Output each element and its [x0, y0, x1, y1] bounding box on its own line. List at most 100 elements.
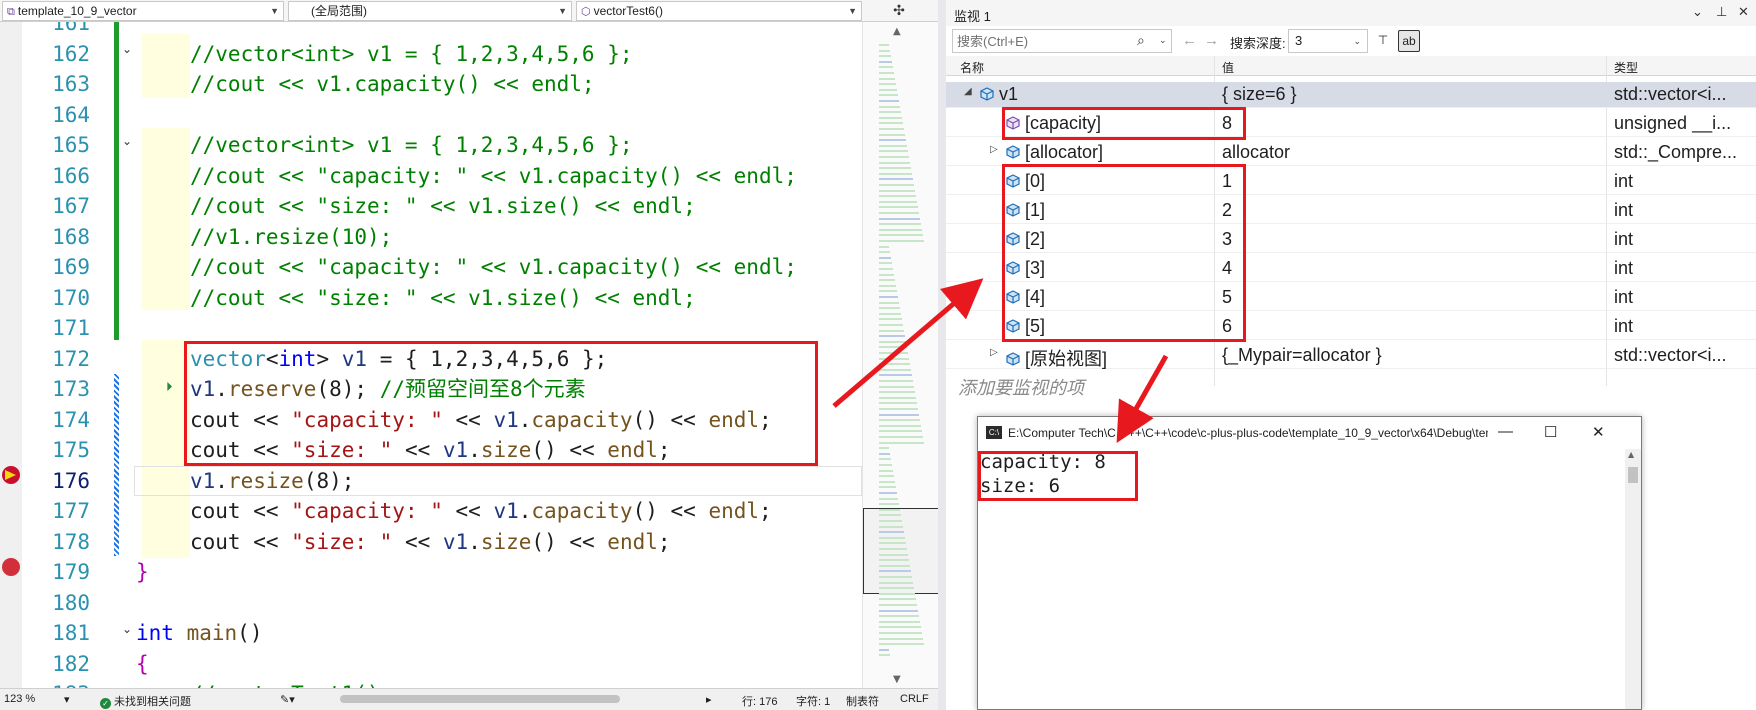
minimap-line — [879, 570, 911, 573]
minimap-line — [879, 380, 913, 382]
member-dropdown[interactable]: ⬡ vectorTest6() ▼ — [576, 1, 862, 21]
minimap-line — [879, 307, 900, 310]
maximize-icon[interactable]: ☐ — [1544, 423, 1557, 441]
annotation-box-elements — [1002, 164, 1246, 342]
expand-triangle-icon[interactable]: ▷ — [990, 144, 998, 155]
watch-toolbar: ⌕ ⌄ ← → 搜索深度: 3 ⌄ ⊤ ab — [946, 26, 1756, 56]
scroll-up-icon[interactable]: ▲ — [1628, 450, 1634, 459]
minimap-line — [879, 402, 917, 405]
minimap-line — [879, 374, 912, 377]
brush-icon[interactable]: ✎▾ — [280, 693, 295, 706]
issues-indicator[interactable]: ✓ 未找到相关问题 — [100, 693, 191, 709]
pane-splitter[interactable] — [938, 0, 946, 710]
watch-title-bar: 监视 1 ⌄ ⊥ ✕ — [946, 0, 1756, 26]
minimap-line — [879, 116, 902, 119]
minimap-line — [879, 419, 920, 422]
method-icon: ⬡ — [581, 6, 591, 18]
zoom-level[interactable]: 123 % — [4, 693, 35, 705]
watch-search-box[interactable]: ⌕ ⌄ — [952, 29, 1172, 53]
add-watch-item[interactable]: 添加要监视的项 — [958, 374, 1084, 400]
split-add-icon[interactable]: ✣ — [888, 1, 910, 21]
tab-indicator[interactable]: 制表符 — [846, 693, 879, 709]
minimap-line — [879, 357, 909, 360]
minimize-icon[interactable]: — — [1498, 423, 1513, 440]
minimap-line — [879, 94, 898, 97]
code-line: 181 int main() — [52, 621, 263, 645]
zoom-dropdown-icon[interactable]: ▾ — [64, 693, 70, 706]
scroll-right-icon[interactable]: ▸ — [706, 693, 712, 706]
watch-row-raw-view[interactable]: ▷ [原始视图] {_Mypair=allocator } std::vecto… — [946, 343, 1756, 369]
minimap-line — [879, 44, 889, 46]
minimap-line — [879, 256, 891, 259]
console-window[interactable]: C:\ E:\Computer Tech\C C++\C++\code\c-pl… — [977, 416, 1642, 710]
minimap-line — [879, 284, 896, 287]
minimap-line — [879, 72, 894, 74]
minimap-line — [879, 335, 905, 338]
column-name[interactable]: 名称 — [960, 59, 984, 76]
close-icon[interactable]: ✕ — [1738, 4, 1749, 20]
minimap-line — [879, 486, 896, 489]
chevron-down-icon: ⌄ — [1353, 36, 1361, 46]
minimap-line — [879, 413, 919, 416]
minimap-line — [879, 576, 912, 578]
glyph-margin[interactable] — [0, 22, 22, 688]
minimap-line — [879, 122, 903, 125]
pin-to-source-icon[interactable]: ⊤ — [1372, 30, 1394, 52]
navigation-bar: ⧉ template_10_9_vector ▼ (全局范围) ▼ ⬡ vector… — [0, 0, 938, 22]
minimap-line — [879, 385, 914, 388]
annotation-box-capacity — [1002, 107, 1246, 140]
chevron-down-icon: ▼ — [270, 6, 279, 16]
minimap-line — [879, 615, 919, 618]
watch-search-input[interactable] — [957, 32, 1117, 50]
forward-arrow-icon[interactable]: → — [1204, 32, 1219, 49]
minimap-line — [879, 368, 911, 371]
search-depth-label: 搜索深度: — [1230, 36, 1286, 51]
column-value[interactable]: 值 — [1222, 59, 1234, 76]
console-scrollbar[interactable]: ▲ — [1625, 449, 1641, 709]
code-editor[interactable]: ⧉ template_10_9_vector ▼ (全局范围) ▼ ⬡ vector… — [0, 0, 939, 710]
code-line: 162 //vector<int> v1 = { 1,2,3,4,5,6 }; — [52, 41, 633, 66]
minimap-line — [879, 604, 917, 606]
minimap-line — [879, 296, 898, 298]
minimap-line — [879, 161, 910, 164]
hex-display-icon[interactable]: ab — [1398, 30, 1420, 52]
scroll-map[interactable]: ▲ ▼ — [862, 22, 939, 688]
minimap-line — [879, 508, 900, 511]
close-icon[interactable]: ✕ — [1592, 423, 1605, 441]
minimap-line — [879, 598, 916, 601]
minimap-line — [879, 212, 919, 214]
pin-icon[interactable]: ⊥ — [1716, 4, 1727, 20]
minimap-line — [879, 464, 892, 466]
scroll-down-icon[interactable]: ▼ — [893, 674, 901, 685]
watch-row-v1[interactable]: ◢ v1 { size=6 } std::vector<i... — [946, 82, 1756, 108]
minimap-line — [879, 492, 897, 494]
minimap-line — [879, 458, 891, 461]
expand-triangle-icon[interactable]: ▷ — [990, 347, 998, 358]
project-dropdown[interactable]: ⧉ template_10_9_vector ▼ — [2, 1, 284, 21]
chevron-down-icon[interactable]: ⌄ — [1159, 35, 1167, 46]
watch-row-allocator[interactable]: ▷ [allocator] allocator std::_Compre... — [946, 140, 1756, 166]
eol-indicator[interactable]: CRLF — [900, 693, 929, 705]
minimap-line — [879, 111, 901, 114]
minimap-line — [879, 391, 915, 394]
breakpoint-current-statement-icon[interactable] — [2, 466, 20, 484]
minimap-line — [879, 452, 890, 455]
scope-dropdown[interactable]: (全局范围) ▼ — [288, 1, 572, 21]
search-depth-dropdown[interactable]: 3 ⌄ — [1288, 29, 1368, 53]
horizontal-scrollbar[interactable] — [340, 695, 620, 703]
code-line: 169 //cout << "capacity: " << v1.capacit… — [52, 255, 797, 279]
minimap-line — [879, 150, 908, 153]
collapse-triangle-icon[interactable]: ◢ — [964, 86, 972, 97]
minimap-line — [879, 262, 892, 265]
search-icon[interactable]: ⌕ — [1137, 32, 1145, 49]
dropdown-icon[interactable]: ⌄ — [1692, 4, 1703, 20]
minimap-line — [879, 66, 893, 69]
breakpoint-icon[interactable] — [2, 558, 20, 576]
column-type[interactable]: 类型 — [1614, 59, 1638, 76]
scroll-up-icon[interactable]: ▲ — [893, 26, 901, 37]
scroll-thumb[interactable] — [1628, 467, 1638, 483]
code-line: 165 //vector<int> v1 = { 1,2,3,4,5,6 }; — [52, 133, 633, 157]
back-arrow-icon[interactable]: ← — [1182, 32, 1197, 49]
minimap-line — [879, 88, 897, 91]
code-line: 166 //cout << "capacity: " << v1.capacit… — [52, 163, 797, 188]
